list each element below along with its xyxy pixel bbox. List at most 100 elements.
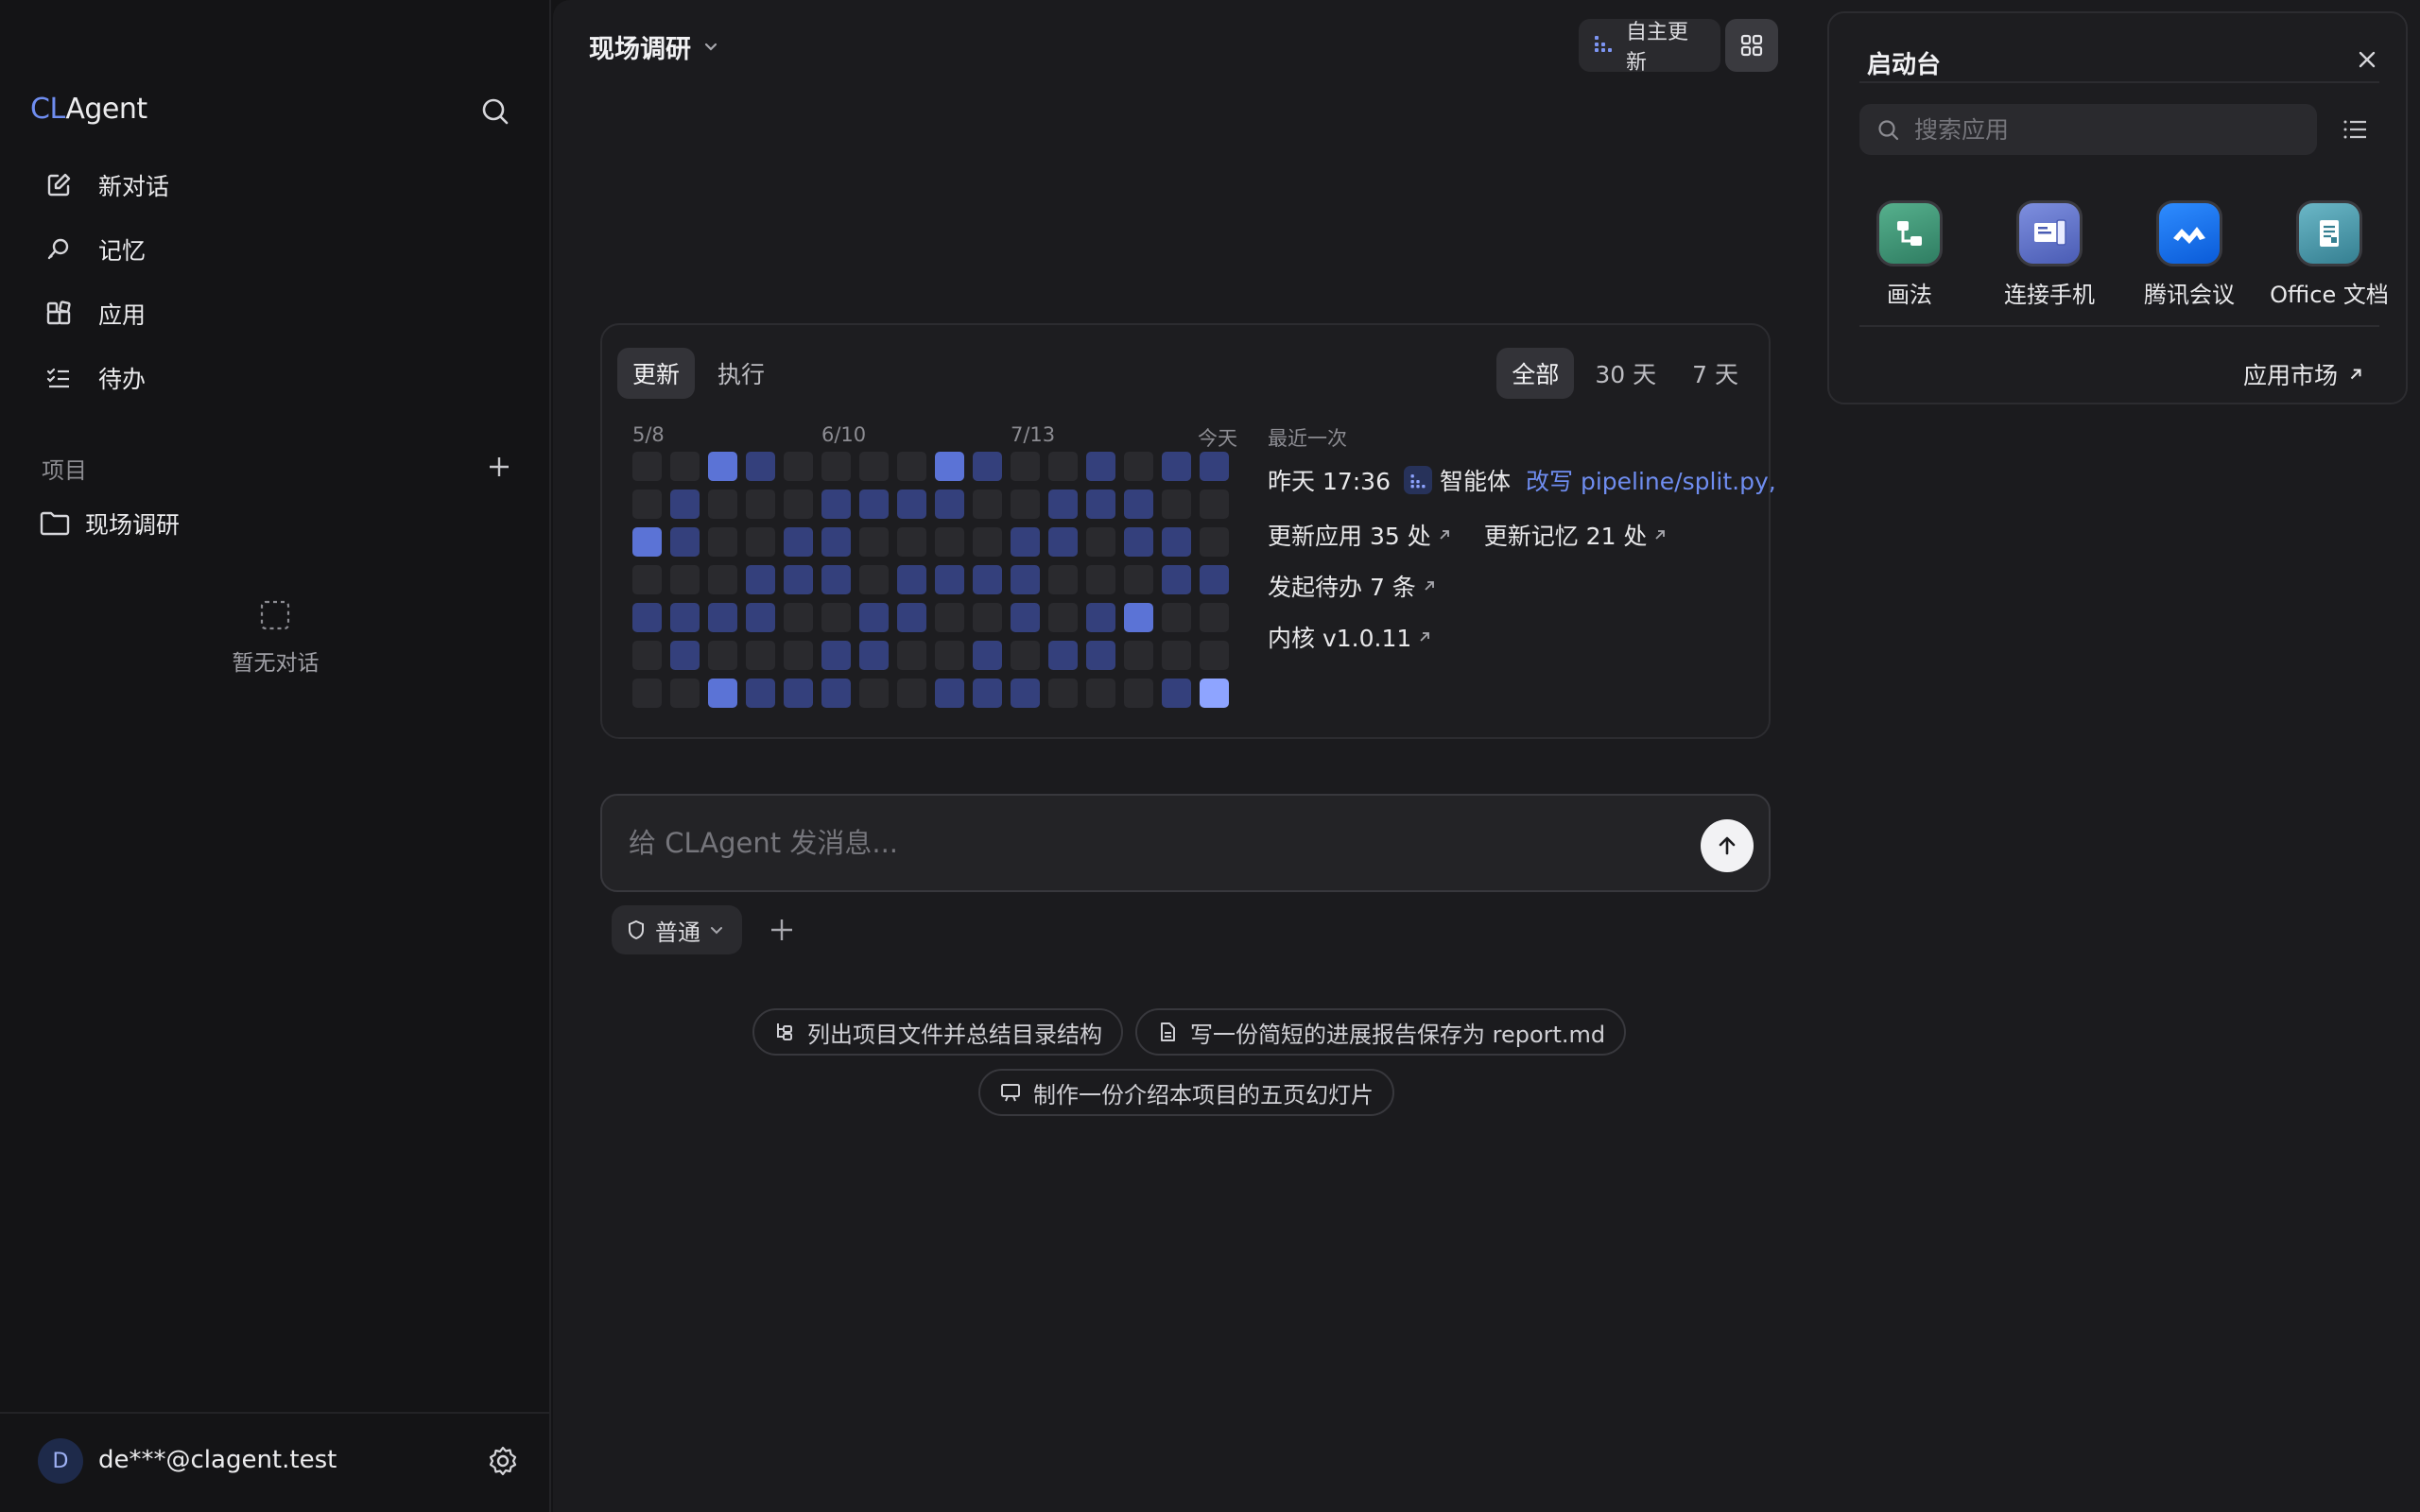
stat-kernel-version[interactable]: 内核 v1.0.11 — [1268, 620, 1432, 654]
heatmap-cell[interactable] — [973, 603, 1002, 632]
heatmap-cell[interactable] — [1011, 490, 1040, 519]
heatmap-cell[interactable] — [708, 565, 737, 594]
heatmap-cell[interactable] — [708, 679, 737, 708]
heatmap-cell[interactable] — [632, 490, 662, 519]
heatmap-cell[interactable] — [670, 452, 700, 481]
heatmap-cell[interactable] — [1162, 641, 1191, 670]
heatmap-cell[interactable] — [784, 565, 813, 594]
heatmap-cell[interactable] — [821, 527, 851, 557]
recent-entry[interactable]: 昨天 17:36 智能体 改写 pipeline/split.py, — [1268, 463, 1778, 497]
range-7-days[interactable]: 7 天 — [1677, 348, 1754, 399]
heatmap-cell[interactable] — [1124, 490, 1153, 519]
heatmap-cell[interactable] — [632, 452, 662, 481]
heatmap-cell[interactable] — [935, 641, 964, 670]
heatmap-cell[interactable] — [1200, 679, 1229, 708]
heatmap-cell[interactable] — [708, 603, 737, 632]
heatmap-cell[interactable] — [897, 603, 926, 632]
heatmap-cell[interactable] — [632, 565, 662, 594]
heatmap-cell[interactable] — [973, 679, 1002, 708]
heatmap-cell[interactable] — [632, 679, 662, 708]
heatmap-cell[interactable] — [973, 490, 1002, 519]
range-all[interactable]: 全部 — [1496, 348, 1575, 399]
heatmap-cell[interactable] — [708, 452, 737, 481]
app-tile[interactable]: 连接手机 — [1979, 187, 2120, 319]
heatmap-cell[interactable] — [897, 565, 926, 594]
sidebar-item-memory[interactable]: 记忆 — [38, 217, 529, 282]
heatmap-cell[interactable] — [1048, 565, 1078, 594]
heatmap-cell[interactable] — [670, 641, 700, 670]
heatmap-cell[interactable] — [632, 527, 662, 557]
heatmap-cell[interactable] — [670, 565, 700, 594]
heatmap-cell[interactable] — [1162, 452, 1191, 481]
heatmap-cell[interactable] — [1124, 452, 1153, 481]
heatmap-cell[interactable] — [1086, 565, 1115, 594]
heatmap-cell[interactable] — [708, 641, 737, 670]
heatmap-cell[interactable] — [821, 565, 851, 594]
heatmap-cell[interactable] — [746, 641, 775, 670]
heatmap-cell[interactable] — [670, 679, 700, 708]
heatmap-cell[interactable] — [821, 603, 851, 632]
heatmap-cell[interactable] — [1011, 641, 1040, 670]
search-icon[interactable] — [478, 94, 512, 129]
heatmap-cell[interactable] — [935, 679, 964, 708]
heatmap-cell[interactable] — [1048, 641, 1078, 670]
heatmap-cell[interactable] — [784, 452, 813, 481]
heatmap-cell[interactable] — [935, 490, 964, 519]
avatar[interactable]: D — [38, 1438, 83, 1484]
heatmap-cell[interactable] — [859, 452, 889, 481]
project-title-dropdown[interactable]: 现场调研 — [589, 28, 721, 65]
heatmap-cell[interactable] — [1200, 641, 1229, 670]
heatmap-cell[interactable] — [935, 603, 964, 632]
sidebar-project-item[interactable]: 现场调研 — [38, 503, 529, 544]
heatmap-cell[interactable] — [1200, 452, 1229, 481]
heatmap-cell[interactable] — [670, 490, 700, 519]
heatmap-cell[interactable] — [1124, 679, 1153, 708]
user-email[interactable]: de***@clagent.test — [98, 1446, 337, 1474]
heatmap-cell[interactable] — [632, 641, 662, 670]
heatmap-cell[interactable] — [1124, 527, 1153, 557]
close-icon[interactable] — [2353, 45, 2381, 74]
message-input[interactable] — [629, 822, 1650, 864]
heatmap-cell[interactable] — [935, 565, 964, 594]
heatmap-cell[interactable] — [1162, 679, 1191, 708]
heatmap-cell[interactable] — [859, 490, 889, 519]
heatmap-cell[interactable] — [1162, 603, 1191, 632]
mode-select[interactable]: 普通 — [612, 905, 742, 954]
heatmap-cell[interactable] — [1011, 603, 1040, 632]
heatmap-cell[interactable] — [935, 527, 964, 557]
heatmap-cell[interactable] — [1048, 490, 1078, 519]
heatmap-cell[interactable] — [784, 679, 813, 708]
heatmap-cell[interactable] — [746, 679, 775, 708]
heatmap-cell[interactable] — [1086, 527, 1115, 557]
heatmap-cell[interactable] — [897, 641, 926, 670]
heatmap-cell[interactable] — [1011, 452, 1040, 481]
recent-action-link[interactable]: 改写 pipeline/split.py, — [1526, 463, 1776, 497]
heatmap-cell[interactable] — [973, 452, 1002, 481]
auto-update-button[interactable]: 自主更新 — [1579, 19, 1720, 75]
heatmap-cell[interactable] — [973, 641, 1002, 670]
heatmap-cell[interactable] — [784, 527, 813, 557]
suggestion-chip[interactable]: 制作一份介绍本项目的五页幻灯片 — [978, 1069, 1394, 1116]
heatmap-cell[interactable] — [670, 527, 700, 557]
heatmap-cell[interactable] — [897, 452, 926, 481]
heatmap-cell[interactable] — [1200, 490, 1229, 519]
app-tile[interactable]: Office 文档 — [2258, 187, 2400, 319]
heatmap-cell[interactable] — [746, 490, 775, 519]
heatmap-cell[interactable] — [1011, 527, 1040, 557]
heatmap-cell[interactable] — [1162, 527, 1191, 557]
heatmap-cell[interactable] — [1086, 641, 1115, 670]
tab-updates[interactable]: 更新 — [617, 348, 696, 399]
heatmap-cell[interactable] — [1086, 490, 1115, 519]
sidebar-item-todo[interactable]: 待办 — [38, 346, 529, 410]
heatmap-cell[interactable] — [784, 603, 813, 632]
app-tile[interactable]: 画法 — [1839, 187, 1980, 319]
list-view-button[interactable] — [2338, 112, 2374, 147]
heatmap-cell[interactable] — [784, 490, 813, 519]
heatmap-cell[interactable] — [746, 527, 775, 557]
heatmap-cell[interactable] — [1048, 527, 1078, 557]
heatmap-cell[interactable] — [935, 452, 964, 481]
heatmap-cell[interactable] — [1048, 452, 1078, 481]
heatmap-cell[interactable] — [746, 603, 775, 632]
heatmap-cell[interactable] — [973, 527, 1002, 557]
stat-app-updates[interactable]: 更新应用 35 处 — [1268, 518, 1452, 552]
